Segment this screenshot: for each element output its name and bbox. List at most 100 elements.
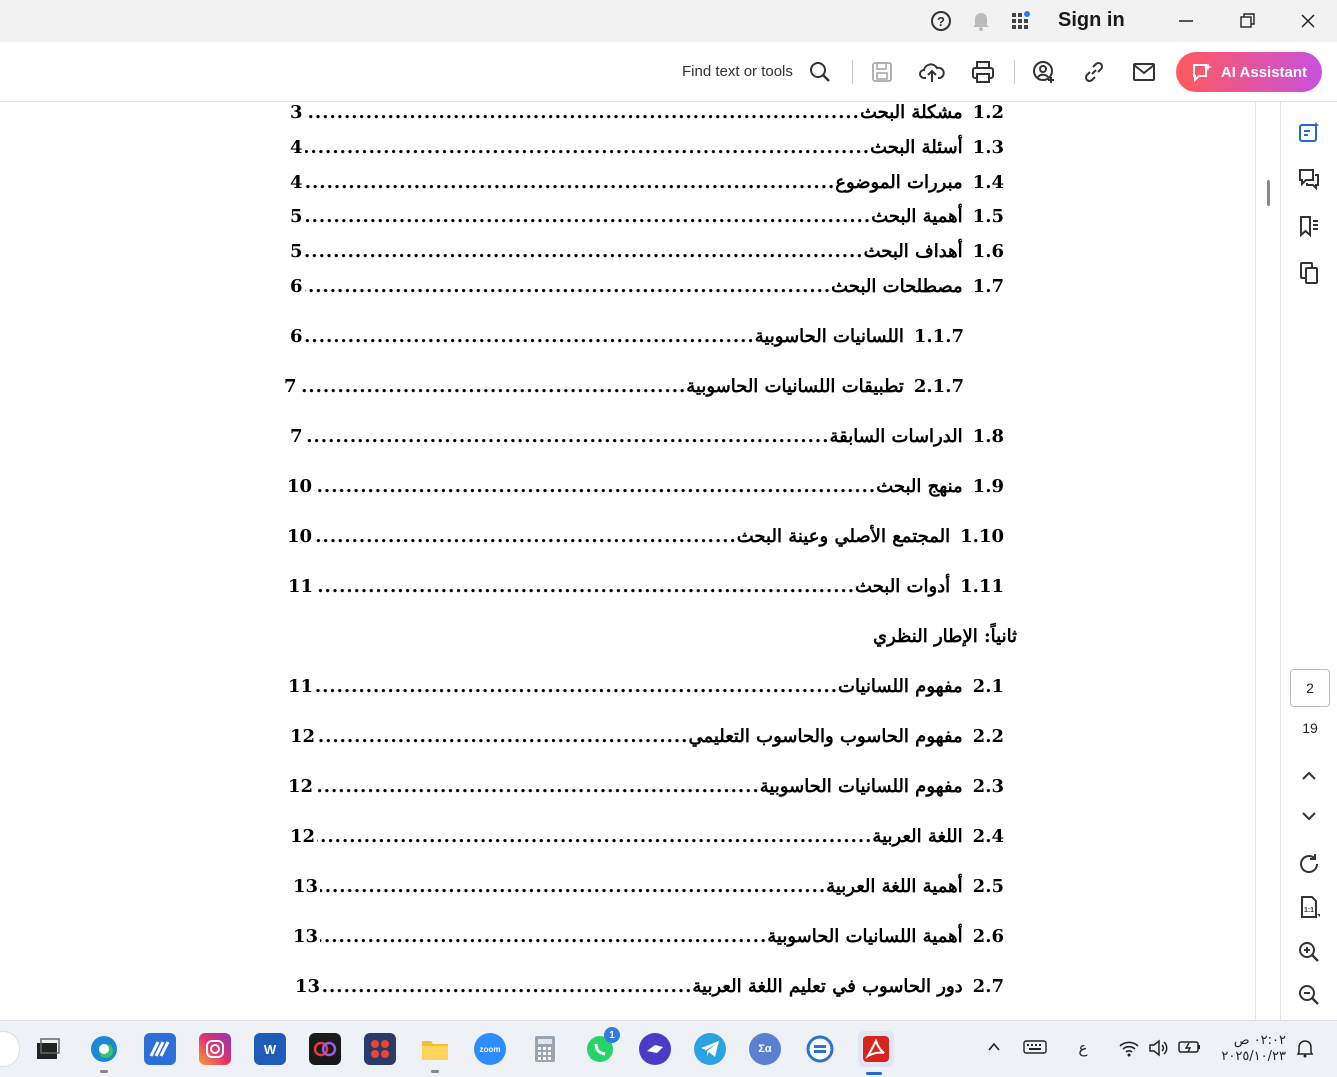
toc-entry[interactable]: 1.7 مصطلحات البحث........................… (290, 276, 1004, 297)
restore-button[interactable] (1227, 6, 1267, 36)
toc-entry-number: 1.7 (972, 276, 1004, 297)
toc-entry[interactable]: 1.4 مبررات الموضوع.......................… (290, 172, 1004, 193)
notifications-bell-icon[interactable] (969, 9, 993, 33)
find-text-or-tools-label[interactable]: Find text or tools (682, 63, 793, 80)
toc-entry[interactable]: 1.5 أهمية البحث..........................… (290, 206, 1004, 227)
toc-entry[interactable]: 1.9 منهج البحث...........................… (287, 476, 1004, 497)
toc-entry-number: 2.7 (972, 976, 1004, 997)
current-page-input[interactable]: 2 (1290, 669, 1330, 707)
toc-entry-page-number: 13 (295, 976, 321, 997)
toc-entry-number: 1.9 (972, 476, 1004, 497)
speaker-volume-icon[interactable] (1148, 1039, 1170, 1057)
input-language-indicator[interactable]: ع (1073, 1039, 1093, 1057)
vector-app-icon[interactable] (144, 1033, 176, 1065)
toc-entry-title: اللغة العربية (872, 826, 963, 847)
toolbar-divider (1014, 60, 1015, 84)
toc-entry[interactable]: 1.10 المجتمع الأصلي وعينة البحث..........… (287, 526, 1004, 547)
bird-app-icon[interactable] (639, 1033, 671, 1065)
toc-entry[interactable]: 1.2 مشكلة البحث..........................… (290, 102, 1004, 123)
toc-entry[interactable]: 1.11 أدوات البحث.........................… (288, 576, 1004, 597)
desktop-window-icon[interactable] (32, 1033, 64, 1065)
toc-dot-leader: ........................................… (315, 776, 760, 797)
toc-entry[interactable]: 2.5 أهمية اللغة العربية..................… (293, 876, 1004, 897)
toc-entry[interactable]: 2.7 دور الحاسوب في تعليم اللغة العربية...… (295, 976, 1004, 997)
toc-entry[interactable]: 2.3 مفهوم اللسانيات الحاسوبية............… (288, 776, 1004, 797)
search-icon[interactable] (806, 58, 834, 86)
show-hidden-icons-chevron-up-icon[interactable] (984, 1039, 1004, 1055)
link-icon[interactable] (1080, 58, 1108, 86)
toc-entry[interactable]: 2.1 مفهوم اللسانيات......................… (288, 676, 1004, 697)
calculator-icon[interactable] (529, 1033, 561, 1065)
edge-browser-icon[interactable] (88, 1033, 120, 1073)
toc-entry[interactable]: 1.6 أهداف البحث..........................… (290, 241, 1004, 262)
file-explorer-icon[interactable] (419, 1033, 451, 1073)
toc-entry-page-number: 11 (288, 676, 314, 697)
circle-app-icon[interactable] (804, 1033, 836, 1065)
start-circle-icon[interactable] (0, 1031, 20, 1067)
zoom-out-icon[interactable] (1295, 981, 1323, 1009)
next-page-chevron-down-icon[interactable] (1295, 802, 1323, 830)
ai-assistant-button[interactable]: AI Assistant (1176, 52, 1322, 92)
toc-dot-leader: ........................................… (304, 241, 864, 262)
toc-entry-number: 2.1.7 (913, 376, 964, 397)
acrobat-reader-icon[interactable] (858, 1031, 894, 1075)
toc-entry[interactable]: 2.1.7 تطبيقات اللسانيات الحاسوبية........… (284, 376, 964, 397)
apps-grid-icon[interactable] (1009, 9, 1033, 33)
toc-entry-title: المجتمع الأصلي وعينة البحث (736, 526, 951, 547)
notification-center-icon[interactable] (1294, 1039, 1316, 1059)
print-icon[interactable] (969, 58, 997, 86)
word-icon[interactable]: W (254, 1033, 286, 1065)
toc-entry-page-number: 10 (287, 476, 313, 497)
previous-page-chevron-up-icon[interactable] (1295, 762, 1323, 790)
share-user-icon[interactable] (1030, 58, 1058, 86)
toc-entry[interactable]: 2.2 مفهوم الحاسوب والحاسوب التعليمي......… (290, 726, 1004, 747)
document-viewport[interactable]: 1.2 مشكلة البحث..........................… (0, 102, 1280, 1020)
page-thumbnails-icon[interactable] (1295, 259, 1323, 287)
toc-entry[interactable]: 1.1.7 اللسانيات الحاسوبية................… (290, 326, 964, 347)
telegram-icon[interactable] (694, 1033, 726, 1065)
actual-size-icon[interactable]: 1:1 (1295, 893, 1323, 921)
math-sigma-icon[interactable]: Σα (749, 1033, 781, 1065)
system-clock[interactable]: ٠٢:٠٢ ص ٢٠٢٥/١٠/٢٣ (1210, 1033, 1286, 1065)
cloud-upload-icon[interactable] (918, 58, 946, 86)
toc-entry-page-number: 7 (284, 376, 297, 397)
close-button[interactable] (1288, 6, 1328, 36)
toc-entry[interactable]: 2.4 اللغة العربية........................… (290, 826, 1004, 847)
toc-entry-title: منهج البحث (876, 476, 963, 497)
toc-entry-page-number: 4 (290, 172, 303, 193)
keyboard-icon[interactable] (1022, 1039, 1048, 1055)
toc-entry-title: مفهوم اللسانيات الحاسوبية (759, 776, 963, 797)
help-icon[interactable]: ? (929, 9, 953, 33)
toc-dot-leader: ........................................… (304, 326, 755, 347)
clock-date: ٢٠٢٥/١٠/٢٣ (1221, 1049, 1286, 1064)
rotate-refresh-icon[interactable] (1295, 850, 1323, 878)
toc-dot-leader: ........................................… (305, 102, 860, 123)
svg-text:?: ? (937, 14, 945, 29)
creative-cloud-icon[interactable] (309, 1033, 341, 1065)
toc-entry[interactable]: 2.6 أهمية اللسانيات الحاسوبية............… (293, 926, 1004, 947)
bookmarks-icon[interactable] (1295, 212, 1323, 240)
toc-entry[interactable]: 1.3 أسئلة البحث..........................… (290, 137, 1004, 158)
edit-pdf-icon[interactable] (1295, 118, 1323, 146)
toc-entry-page-number: 6 (290, 326, 303, 347)
scrollbar-thumb[interactable] (1267, 180, 1270, 206)
instagram-icon[interactable] (199, 1033, 231, 1065)
ai-assistant-label: AI Assistant (1220, 63, 1308, 81)
toc-entry-title: مبررات الموضوع (835, 172, 963, 193)
zoom-icon[interactable]: zoom (474, 1033, 506, 1065)
minimize-button[interactable] (1166, 6, 1206, 36)
save-icon[interactable] (868, 58, 896, 86)
whatsapp-icon[interactable]: 1 (584, 1027, 620, 1065)
toc-dot-leader: ........................................… (315, 676, 839, 697)
sign-in-link[interactable]: Sign in (1058, 9, 1125, 32)
toc-dot-leader: ........................................… (314, 526, 737, 547)
zoom-in-icon[interactable] (1295, 938, 1323, 966)
grid-game-icon[interactable] (364, 1033, 396, 1065)
comments-icon[interactable] (1295, 165, 1323, 193)
battery-charging-icon[interactable] (1178, 1039, 1202, 1055)
section-heading: ثانياً: الإطار النظري (873, 626, 1018, 647)
toc-entry[interactable]: 1.8 الدراسات السابقة.....................… (290, 426, 1004, 447)
wifi-icon[interactable] (1118, 1039, 1140, 1057)
vertical-scrollbar[interactable] (1255, 102, 1280, 1020)
email-icon[interactable] (1130, 58, 1158, 86)
